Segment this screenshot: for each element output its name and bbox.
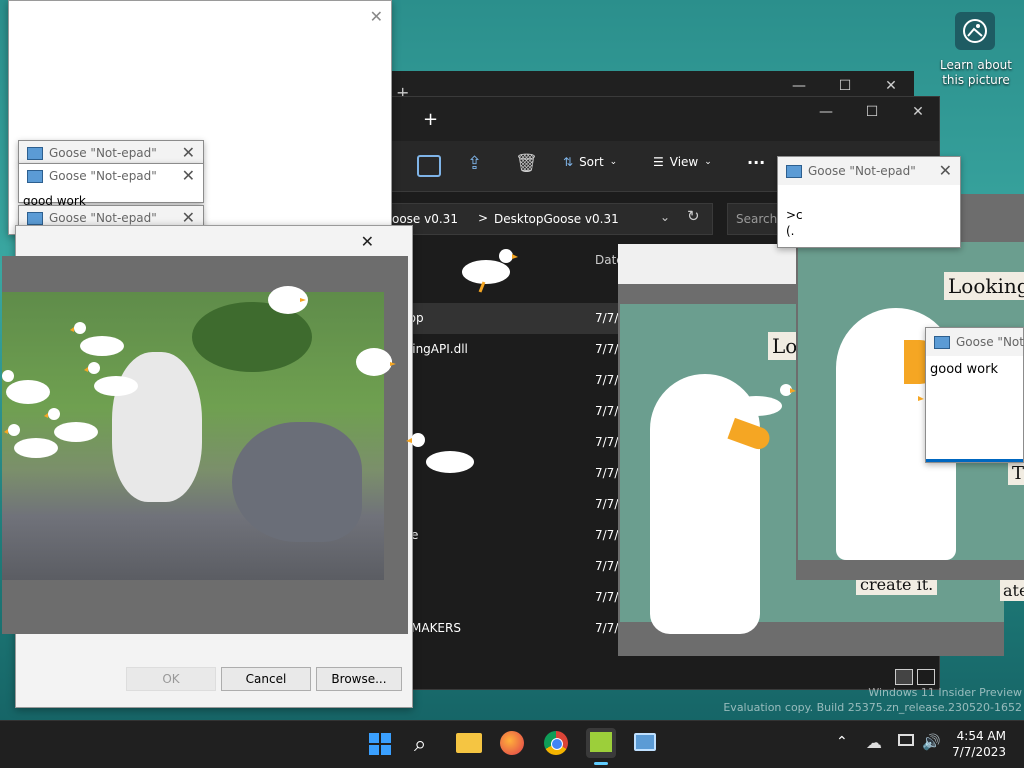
- browse-button[interactable]: Browse...: [316, 667, 402, 691]
- notepad-text[interactable]: good work: [930, 362, 998, 377]
- window-title: Goose "Not-epad": [49, 169, 157, 183]
- maximize-button[interactable]: ☐: [849, 97, 895, 127]
- file-date: 7/7/: [595, 590, 619, 604]
- cancel-button[interactable]: Cancel: [221, 667, 311, 691]
- network-icon[interactable]: [898, 734, 914, 746]
- close-icon[interactable]: ✕: [182, 143, 195, 162]
- chevron-up-icon[interactable]: ⌃: [836, 734, 848, 750]
- window-title: Goose "Not-epad": [49, 211, 157, 225]
- clock-time[interactable]: 4:54 AM: [950, 729, 1006, 743]
- notepad-window[interactable]: Goose "Not-epad" ✕ good work: [18, 163, 204, 208]
- goose-sprite[interactable]: [4, 420, 64, 460]
- breadcrumb-separator: >: [478, 211, 489, 225]
- sort-icon: ⇅: [563, 155, 574, 169]
- firefox-icon[interactable]: [500, 731, 524, 755]
- notepad-window[interactable]: Goose "Not-e good work: [925, 327, 1024, 463]
- camera-lens-icon: [963, 19, 987, 43]
- more-options-button[interactable]: ···: [747, 153, 765, 172]
- ok-button[interactable]: OK: [126, 667, 216, 691]
- looking-label: Looking: [944, 272, 1024, 300]
- sort-label: Sort: [579, 155, 604, 169]
- learn-about-picture-label: Learn about this picture: [940, 58, 1012, 87]
- close-icon[interactable]: ✕: [361, 232, 374, 251]
- file-date: 7/7/: [595, 466, 619, 480]
- file-date: 7/7/: [595, 497, 619, 511]
- window-title: Goose "Not-epad": [808, 164, 916, 178]
- address-bar[interactable]: oose v0.31 > DesktopGoose v0.31 ⌄: [391, 203, 713, 235]
- goose-sprite[interactable]: [856, 388, 926, 428]
- window-title: Goose "Not-epad": [49, 146, 157, 160]
- sort-button[interactable]: ⇅ Sort ⌄: [563, 155, 617, 169]
- tiles-view-icon[interactable]: [917, 669, 935, 685]
- file-date: 7/7/: [595, 559, 619, 573]
- search-icon[interactable]: ⌕: [414, 732, 426, 757]
- file-explorer-icon[interactable]: [456, 733, 482, 753]
- goose-app-icon[interactable]: [586, 728, 616, 758]
- chevron-down-icon[interactable]: ⌄: [660, 210, 670, 224]
- goose-sprite[interactable]: [726, 380, 796, 420]
- ate-label: ate: [1000, 580, 1024, 601]
- goose-sprite[interactable]: [458, 244, 518, 294]
- file-date: 7/7/: [595, 342, 619, 356]
- window-title: Goose "Not-e: [956, 335, 1024, 349]
- new-tab-button[interactable]: +: [423, 109, 438, 130]
- file-date: 7/7/: [595, 621, 619, 635]
- notepad-icon: [27, 212, 43, 225]
- file-name: MAKERS: [411, 621, 461, 635]
- notepad-window[interactable]: Goose "Not-epad" ✕ >c (.: [777, 156, 961, 248]
- details-view-icon[interactable]: [895, 669, 913, 685]
- active-app-indicator: [594, 762, 608, 765]
- goose-sprite[interactable]: [262, 276, 322, 320]
- close-icon[interactable]: ✕: [182, 166, 195, 185]
- watermark-line-2: Evaluation copy. Build 25375.zn_release.…: [723, 701, 1022, 714]
- notepad-icon: [934, 336, 950, 349]
- goose-sprite[interactable]: [352, 340, 402, 384]
- file-date: 7/7/: [595, 528, 619, 542]
- view-button[interactable]: ☰ View ⌄: [653, 155, 712, 169]
- delete-icon[interactable]: 🗑: [515, 153, 538, 174]
- file-date: 7/7/: [595, 373, 619, 387]
- volume-icon[interactable]: 🔊: [922, 733, 941, 751]
- goose-sprite[interactable]: [0, 366, 60, 406]
- chevron-down-icon: ⌄: [704, 157, 712, 167]
- close-icon[interactable]: ✕: [370, 7, 383, 26]
- goose-sprite[interactable]: [84, 358, 144, 398]
- breadcrumb-part-2[interactable]: DesktopGoose v0.31: [494, 212, 619, 226]
- learn-about-picture-icon[interactable]: [955, 12, 995, 50]
- watermark-line-1: Windows 11 Insider Preview: [868, 686, 1022, 699]
- close-icon[interactable]: ✕: [939, 161, 952, 180]
- share-icon[interactable]: ⇪: [467, 153, 482, 174]
- t-label: T: [1008, 462, 1024, 485]
- notepad-window[interactable]: Goose "Not-epad" ✕: [18, 140, 204, 164]
- notepad-icon: [27, 170, 43, 183]
- file-date: 7/7/: [595, 311, 619, 325]
- notepad-taskbar-icon[interactable]: [634, 733, 656, 751]
- chrome-icon[interactable]: [544, 731, 568, 755]
- pigeon-shape: [232, 422, 362, 542]
- file-date: 7/7/: [595, 404, 619, 418]
- view-icon: ☰: [653, 155, 664, 169]
- file-date: 7/7/: [595, 435, 619, 449]
- title-bar: + — ☐ ✕: [391, 97, 939, 141]
- refresh-icon[interactable]: ↻: [687, 207, 700, 225]
- chevron-down-icon: ⌄: [609, 157, 618, 167]
- close-button[interactable]: ✕: [895, 97, 941, 127]
- goose-sprite[interactable]: [406, 430, 476, 480]
- notepad-icon: [27, 147, 43, 160]
- notepad-text[interactable]: >c (.: [786, 207, 803, 239]
- notepad-icon: [786, 165, 802, 178]
- clock-date[interactable]: 7/7/2023: [944, 745, 1006, 759]
- cloud-offline-icon[interactable]: ☁: [866, 733, 882, 752]
- start-icon[interactable]: [369, 733, 391, 755]
- goose-sprite[interactable]: [70, 318, 130, 358]
- rename-icon[interactable]: [417, 155, 441, 177]
- view-label: View: [669, 155, 699, 169]
- minimize-button[interactable]: —: [803, 97, 849, 127]
- breadcrumb-part-1[interactable]: oose v0.31: [392, 212, 458, 226]
